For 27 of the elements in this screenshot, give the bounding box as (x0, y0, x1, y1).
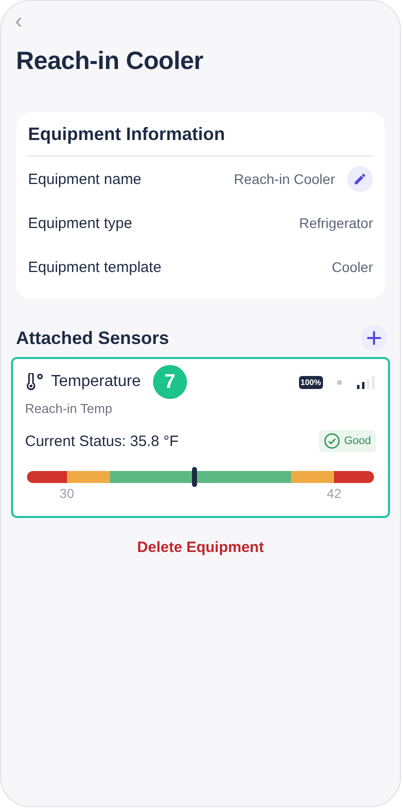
field-label: Equipment type (28, 214, 132, 232)
battery-indicator: 100% (298, 376, 323, 388)
add-button[interactable] (361, 325, 387, 351)
status-text: Current Status: 35.8 °F (25, 432, 179, 450)
pencil-icon (353, 172, 367, 186)
edit-button[interactable] (347, 166, 373, 192)
page-title: Reach-in Cooler (16, 47, 204, 76)
thermometer-icon (25, 373, 45, 391)
card-title: Equipment Information (28, 124, 373, 157)
sensor-name: Temperature (51, 373, 141, 391)
field-value: Cooler (332, 259, 373, 275)
check-circle-icon (324, 433, 340, 449)
delete-button[interactable]: Delete Equipment (131, 538, 270, 557)
tick-label: 30 (60, 486, 74, 501)
sensor-location: Reach-in Temp (25, 401, 114, 416)
signal-icon (356, 375, 376, 389)
plus-icon (366, 330, 382, 346)
field-label: Equipment name (28, 170, 142, 188)
field-value: Refrigerator (299, 215, 373, 231)
dot-icon (337, 380, 342, 384)
tick-label: 42 (326, 486, 342, 501)
field-value: Reach-in Cooler (234, 171, 335, 187)
count-badge: 7 (152, 365, 187, 399)
status-badge: Good (319, 430, 376, 452)
section-title: Attached Sensors (16, 328, 170, 348)
sensor-card[interactable]: Temperature 7 100% Reach-in Temp Current Status: 35.8 °F Good 30 42 (11, 357, 390, 518)
field-label: Equipment template (28, 258, 162, 276)
